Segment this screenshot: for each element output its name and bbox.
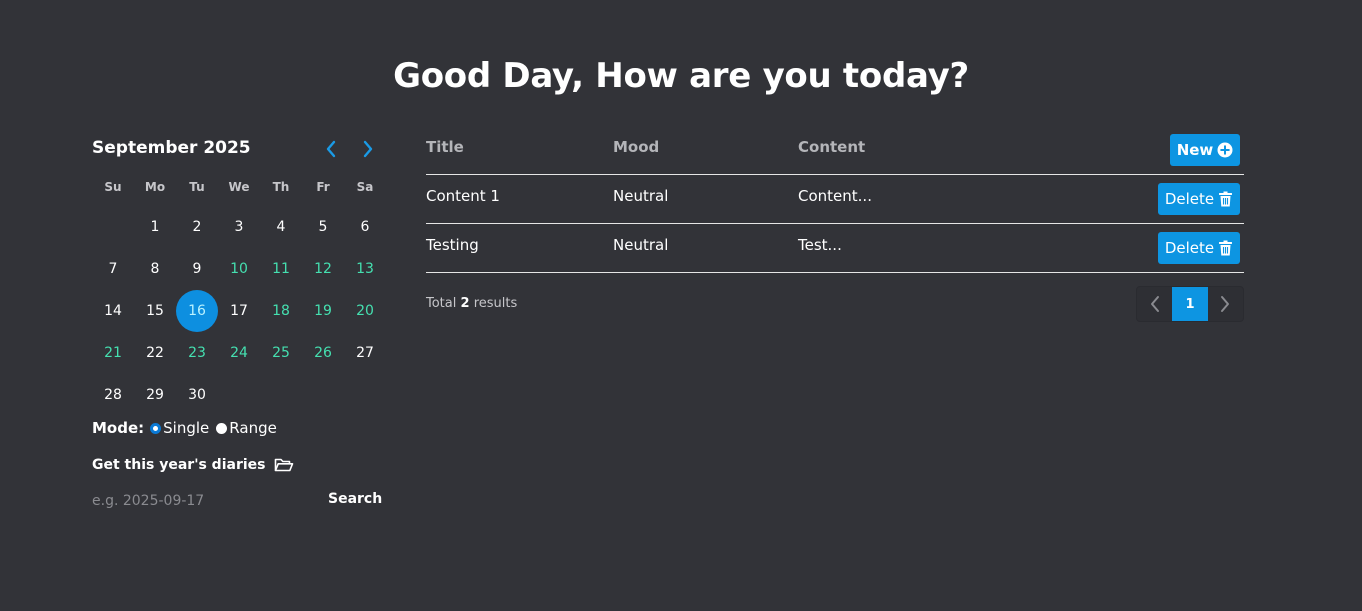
- page-title: Good Day, How are you today?: [393, 56, 969, 96]
- mode-label: Mode:: [92, 419, 145, 437]
- delete-button[interactable]: Delete: [1158, 183, 1240, 215]
- row-mood: Neutral: [613, 187, 669, 205]
- calendar-day[interactable]: 2: [176, 206, 218, 248]
- calendar-day[interactable]: 19: [302, 290, 344, 332]
- delete-button-label: Delete: [1164, 190, 1215, 208]
- calendar-month-label: September 2025: [92, 138, 251, 158]
- calendar-day[interactable]: 15: [134, 290, 176, 332]
- new-button-label: New: [1176, 141, 1214, 159]
- trash-icon: [1219, 240, 1233, 256]
- calendar-day[interactable]: 17: [218, 290, 260, 332]
- weekday-label: Su: [104, 180, 122, 194]
- calendar-prev-button[interactable]: [320, 137, 342, 161]
- total-suffix: results: [473, 296, 518, 311]
- calendar-day[interactable]: 8: [134, 248, 176, 290]
- results-total: Total 2 results: [426, 296, 517, 311]
- calendar-day[interactable]: 22: [134, 332, 176, 374]
- table-header: Title Mood Content New: [426, 130, 1244, 175]
- calendar-day[interactable]: 27: [344, 332, 386, 374]
- pagination-prev-button[interactable]: [1137, 287, 1172, 321]
- trash-icon: [1219, 191, 1233, 207]
- total-count: 2: [460, 296, 470, 311]
- calendar-day[interactable]: 6: [344, 206, 386, 248]
- search-button[interactable]: Search: [328, 491, 382, 507]
- pagination-next-button[interactable]: [1208, 287, 1243, 321]
- get-year-diaries-button[interactable]: Get this year's diaries: [92, 455, 294, 475]
- column-header-title: Title: [426, 138, 464, 156]
- calendar-day[interactable]: 11: [260, 248, 302, 290]
- delete-button-label: Delete: [1164, 239, 1215, 257]
- pagination: 1: [1136, 286, 1244, 322]
- weekday-label: Th: [272, 180, 290, 194]
- column-header-mood: Mood: [613, 138, 660, 156]
- row-content: Test...: [798, 236, 842, 254]
- plus-circle-icon: [1217, 142, 1233, 158]
- calendar-day[interactable]: 4: [260, 206, 302, 248]
- calendar-day[interactable]: 24: [218, 332, 260, 374]
- new-button[interactable]: New: [1170, 134, 1240, 166]
- calendar-day[interactable]: 12: [302, 248, 344, 290]
- calendar-days: 1 2 3 4 5 6 7 8 9 10 11 12 13 14 15 16 17 18 19 20 21 22 23 24 2…: [92, 206, 386, 416]
- chevron-left-icon: [1150, 296, 1159, 312]
- delete-button[interactable]: Delete: [1158, 232, 1240, 264]
- calendar-header: September 2025: [92, 134, 386, 164]
- row-title: Content 1: [426, 187, 500, 205]
- pagination-page-1[interactable]: 1: [1172, 287, 1208, 321]
- chevron-left-icon: [326, 140, 336, 158]
- folder-open-icon: [275, 458, 294, 472]
- weekday-label: We: [228, 180, 250, 194]
- calendar-day[interactable]: 28: [92, 374, 134, 416]
- weekday-label: Tu: [189, 180, 205, 194]
- calendar-day[interactable]: 30: [176, 374, 218, 416]
- weekday-label: Fr: [316, 180, 330, 194]
- row-content: Content...: [798, 187, 872, 205]
- calendar-weekdays: Su Mo Tu We Th Fr Sa: [92, 180, 386, 196]
- total-prefix: Total: [426, 296, 457, 311]
- calendar-day[interactable]: 21: [92, 332, 134, 374]
- calendar-day[interactable]: 5: [302, 206, 344, 248]
- calendar-day[interactable]: 1: [134, 206, 176, 248]
- get-year-diaries-label: Get this year's diaries: [92, 457, 266, 473]
- calendar-day[interactable]: 25: [260, 332, 302, 374]
- calendar-day[interactable]: 20: [344, 290, 386, 332]
- mode-single-label[interactable]: Single: [163, 419, 209, 437]
- diary-table: Title Mood Content New Content 1 Neutral…: [426, 130, 1244, 273]
- column-header-content: Content: [798, 138, 866, 156]
- calendar: September 2025 Su Mo Tu We Th Fr Sa 1234567891…: [92, 134, 386, 403]
- weekday-label: Sa: [356, 180, 374, 194]
- calendar-day[interactable]: 13: [344, 248, 386, 290]
- chevron-right-icon: [1221, 296, 1230, 312]
- mode-range-label[interactable]: Range: [229, 419, 277, 437]
- table-row: Content 1 Neutral Content... Delete: [426, 175, 1244, 224]
- app-page: Good Day, How are you today? September 2…: [0, 0, 1362, 611]
- weekday-label: Mo: [144, 180, 166, 194]
- calendar-day[interactable]: 23: [176, 332, 218, 374]
- calendar-day[interactable]: 7: [92, 248, 134, 290]
- calendar-day[interactable]: 14: [92, 290, 134, 332]
- calendar-day[interactable]: 9: [176, 248, 218, 290]
- calendar-day[interactable]: 18: [260, 290, 302, 332]
- calendar-day[interactable]: 29: [134, 374, 176, 416]
- row-title: Testing: [426, 236, 479, 254]
- table-row: Testing Neutral Test... Delete: [426, 224, 1244, 273]
- calendar-day-selected[interactable]: 16: [176, 290, 218, 332]
- calendar-day[interactable]: 3: [218, 206, 260, 248]
- row-mood: Neutral: [613, 236, 669, 254]
- calendar-next-button[interactable]: [357, 137, 379, 161]
- calendar-day[interactable]: 10: [218, 248, 260, 290]
- mode-selector: Mode: Single Range: [92, 418, 284, 438]
- calendar-day[interactable]: 26: [302, 332, 344, 374]
- chevron-right-icon: [363, 140, 373, 158]
- mode-range-radio[interactable]: [216, 422, 228, 434]
- date-search-input[interactable]: [92, 490, 312, 512]
- mode-single-radio[interactable]: [150, 422, 162, 434]
